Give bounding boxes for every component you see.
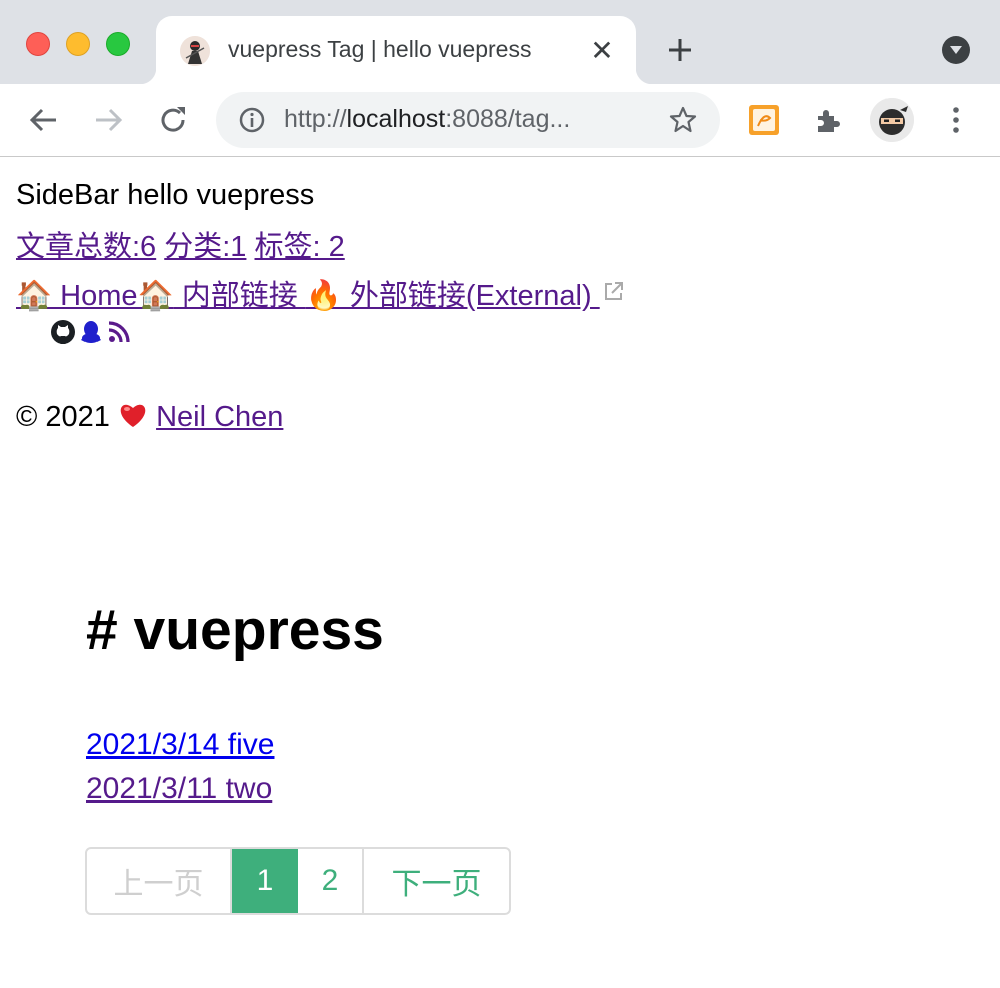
page-1-button[interactable]: 1 (232, 849, 298, 913)
url-text: http://localhost:8088/tag... (284, 105, 570, 134)
new-tab-icon[interactable] (664, 34, 696, 66)
url-scheme: http:// (284, 105, 347, 133)
external-link-icon (602, 278, 626, 302)
nav-internal-link[interactable]: 内部链接 (174, 280, 306, 312)
site-info-icon[interactable] (238, 106, 266, 134)
author-link[interactable]: Neil Chen (156, 401, 283, 433)
blog-stats: 文章总数:6 分类:1 标签: 2 (16, 223, 345, 265)
page-content: SideBar hello vuepress 文章总数:6 分类:1 标签: 2… (0, 157, 1000, 988)
site-title: SideBar hello vuepress (16, 179, 315, 211)
tab-search-icon[interactable] (942, 36, 970, 64)
bookmark-star-icon[interactable] (668, 105, 698, 135)
social-links (50, 319, 134, 347)
extension-tool-icon[interactable] (748, 104, 780, 136)
prev-page-button[interactable]: 上一页 (87, 849, 232, 913)
browser-toolbar: http://localhost:8088/tag... (0, 84, 1000, 157)
nav-links: 🏠 Home🏠 内部链接 🔥 外部链接(External) (16, 272, 626, 314)
post-link[interactable]: 2021/3/11 two (86, 767, 274, 811)
rss-icon[interactable] (106, 319, 132, 345)
post-list: 2021/3/14 five 2021/3/11 two (86, 723, 274, 811)
browser-menu-icon[interactable] (942, 104, 970, 136)
url-host: localhost (346, 105, 446, 133)
profile-avatar[interactable] (870, 98, 914, 142)
qq-icon[interactable] (78, 319, 104, 345)
browser-tabstrip: vuepress Tag | hello vuepress ✕ (0, 0, 1000, 84)
url-rest: :8088/tag... (445, 105, 571, 133)
forward-arrow-icon[interactable] (90, 102, 126, 138)
active-tab[interactable]: vuepress Tag | hello vuepress ✕ (140, 16, 652, 84)
page-2-button[interactable]: 2 (298, 849, 364, 913)
tab-close-icon[interactable]: ✕ (588, 37, 616, 66)
github-icon[interactable] (50, 319, 76, 345)
next-page-button[interactable]: 下一页 (364, 849, 509, 913)
reload-icon[interactable] (155, 102, 191, 138)
tag-heading: # vuepress (86, 598, 384, 662)
nav-home-link[interactable]: 🏠 Home🏠 (16, 280, 174, 312)
post-link[interactable]: 2021/3/14 five (86, 723, 274, 767)
pagination: 上一页 1 2 下一页 (85, 847, 511, 915)
ninja-favicon-icon (180, 36, 210, 66)
window-zoom-button[interactable] (106, 32, 130, 56)
footer-copyright: © 2021 Neil Chen (16, 401, 283, 434)
address-bar[interactable]: http://localhost:8088/tag... (216, 92, 720, 148)
heart-icon (118, 401, 148, 429)
window-close-button[interactable] (26, 32, 50, 56)
nav-external-link[interactable]: 🔥 外部链接(External) (306, 280, 600, 312)
back-arrow-icon[interactable] (26, 102, 62, 138)
article-count-link[interactable]: 文章总数:6 (16, 231, 156, 263)
tab-title: vuepress Tag | hello vuepress (228, 36, 532, 62)
window-minimize-button[interactable] (66, 32, 90, 56)
extensions-puzzle-icon[interactable] (812, 104, 844, 136)
tag-count-link[interactable]: 标签: 2 (255, 231, 345, 263)
copyright-text: © 2021 (16, 401, 118, 433)
category-count-link[interactable]: 分类:1 (164, 231, 246, 263)
